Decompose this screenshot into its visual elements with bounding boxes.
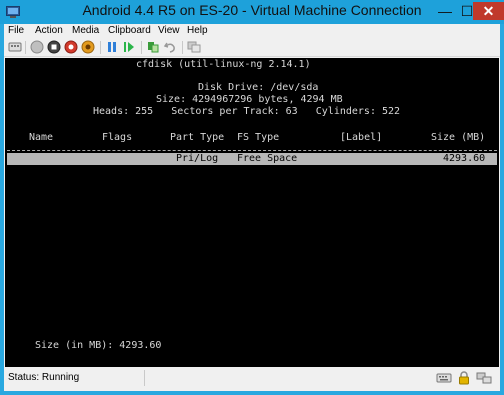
enhanced-session-icon[interactable] [187,40,201,54]
toolbar-separator [182,41,183,54]
pause-icon[interactable] [105,40,119,54]
size-prompt[interactable]: Size (in MB): 4293.60 [35,340,161,352]
vm-window: Android 4.4 R5 on ES-20 - Virtual Machin… [0,0,504,395]
header-divider [7,150,497,151]
row-fs-type: Free Space [237,153,298,164]
close-button[interactable]: ✕ [473,2,504,20]
save-icon[interactable] [81,40,95,54]
client-area: File Action Media Clipboard View Help cf… [4,24,500,391]
menu-file[interactable]: File [8,25,24,36]
toolbar-separator [25,41,26,54]
menu-help[interactable]: Help [187,25,208,36]
disk-geometry-line: Heads: 255 Sectors per Track: 63 Cylinde… [93,106,401,117]
menu-media[interactable]: Media [72,25,99,36]
menu-bar: File Action Media Clipboard View Help [4,24,500,38]
program-title: cfdisk (util-linux-ng 2.14.1) [136,59,311,70]
menu-clipboard[interactable]: Clipboard [108,25,151,36]
toolbar-separator [100,41,101,54]
keyboard-icon [436,373,452,383]
toolbar [4,39,500,57]
col-size: Size (MB) [431,132,486,143]
shutdown-icon[interactable] [64,40,78,54]
col-fs-type: FS Type [237,132,280,143]
console-screen[interactable]: cfdisk (util-linux-ng 2.14.1) Disk Drive… [5,58,499,381]
toolbar-separator [141,41,142,54]
menu-action[interactable]: Action [35,25,63,36]
revert-icon[interactable] [163,40,177,54]
network-icon [476,372,492,384]
row-part-type: Pri/Log [176,153,219,164]
partition-row-selected[interactable]: Pri/Log Free Space 4293.60 [7,153,497,165]
checkpoint-icon[interactable] [146,40,160,54]
window-title: Android 4.4 R5 on ES-20 - Virtual Machin… [82,2,422,18]
turn-off-icon[interactable] [47,40,61,54]
col-part-type: Part Type [170,132,225,143]
status-bar: Status: Running [4,367,500,391]
ctrl-alt-del-icon[interactable] [8,40,22,54]
status-text: Status: Running [8,372,80,383]
lock-icon [459,371,469,385]
col-label: [Label] [340,132,383,143]
disk-size-line: Size: 4294967296 bytes, 4294 MB [156,94,343,105]
partition-table-header: Name Flags Part Type FS Type [Label] Siz… [5,132,499,144]
start-icon[interactable] [30,40,44,54]
disk-drive-line: Disk Drive: /dev/sda [198,82,319,93]
menu-view[interactable]: View [158,25,180,36]
minimize-button[interactable]: — [434,2,456,20]
resume-icon[interactable] [122,40,136,54]
col-flags: Flags [102,132,133,143]
title-bar: Android 4.4 R5 on ES-20 - Virtual Machin… [0,0,504,24]
col-name: Name [29,132,54,143]
status-divider [144,370,145,386]
row-size: 4293.60 [443,153,486,164]
